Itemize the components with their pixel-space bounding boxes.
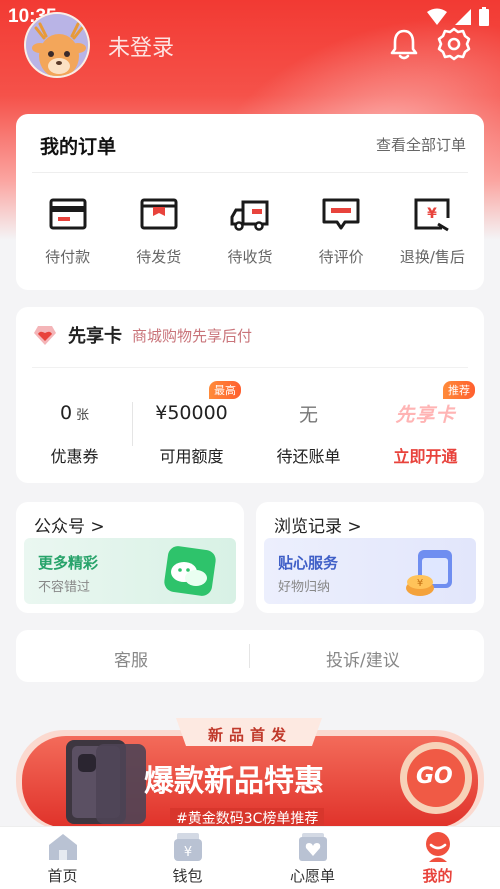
prepay-card: 先享卡 商城购物先享后付 0张 优惠券 最高 ¥50000 可用额度 无 待还账… [16, 307, 484, 483]
feedback-button[interactable]: 投诉/建议 [326, 646, 400, 671]
bill-stat[interactable]: 无 待还账单 [250, 399, 367, 467]
prepay-logo: 先享卡 [395, 403, 456, 426]
open-prepay[interactable]: 推荐 先享卡 立即开通 [367, 381, 484, 467]
promo-tag: 新品首发 [208, 726, 293, 744]
comment-icon [322, 198, 360, 230]
bill-value: 无 [298, 403, 318, 426]
browsing-history-sub: 好物归纳 [278, 580, 331, 595]
official-account-sub: 不容错过 [38, 580, 91, 595]
credit-limit-stat[interactable]: 最高 ¥50000 可用额度 [133, 381, 250, 467]
box-icon [140, 198, 178, 230]
bell-icon[interactable] [386, 26, 422, 62]
diamond-heart-icon [34, 326, 56, 345]
go-button[interactable]: GO [416, 764, 453, 789]
coupon-count: 0张 [60, 399, 89, 427]
credit-limit-label: 可用额度 [159, 447, 224, 466]
order-item-pending-review[interactable]: 待评价 [299, 194, 383, 267]
refund-icon: ¥ [414, 198, 450, 232]
svg-text:¥: ¥ [183, 845, 191, 860]
order-item-label: 待发货 [136, 248, 182, 266]
service-row: 客服 投诉/建议 [16, 630, 484, 682]
official-account-card[interactable]: 公众号 > 更多精彩 不容错过 [16, 502, 244, 613]
open-now-button[interactable]: 立即开通 [393, 443, 457, 467]
svg-text:¥: ¥ [427, 206, 437, 222]
coupon-stat[interactable]: 0张 优惠券 [16, 399, 133, 467]
official-account-title: 公众号 > [34, 517, 105, 537]
wifi-icon [427, 8, 447, 25]
divider [32, 367, 468, 368]
order-item-refund[interactable]: ¥ 退换/售后 [390, 194, 474, 267]
orders-title: 我的订单 [40, 136, 117, 158]
tab-wallet[interactable]: ¥ 钱包 [125, 827, 250, 889]
official-account-banner: 更多精彩 不容错过 [24, 538, 236, 604]
gear-icon[interactable] [436, 26, 472, 62]
home-icon [48, 834, 77, 860]
coupon-label: 优惠券 [50, 447, 99, 466]
tab-label: 首页 [47, 867, 78, 885]
promo-banner[interactable]: 新品首发 爆款新品特惠 #黄金数码3C榜单推荐 GO [16, 716, 484, 836]
wechat-icon [164, 546, 216, 596]
coupon-unit: 张 [76, 407, 90, 423]
max-badge: 最高 [209, 381, 241, 399]
orders-card: 我的订单 查看全部订单 待付款 待发货 待收货 待评价 ¥ 退换/售后 [16, 114, 484, 290]
bottom-tab-bar: 首页 ¥ 钱包 心愿单 我的 [0, 826, 500, 889]
order-status-list: 待付款 待发货 待收货 待评价 ¥ 退换/售后 [16, 194, 484, 267]
prepay-subtitle: 商城购物先享后付 [132, 326, 253, 345]
svg-text:¥: ¥ [417, 578, 423, 589]
customer-service-button[interactable]: 客服 [114, 646, 148, 671]
browsing-history-card[interactable]: 浏览记录 > 贴心服务 好物归纳 ¥ [256, 502, 484, 613]
wallet-icon [49, 198, 87, 230]
credit-limit-value: ¥50000 [155, 402, 228, 424]
tab-label: 钱包 [172, 867, 203, 885]
prepay-stats: 0张 优惠券 最高 ¥50000 可用额度 无 待还账单 推荐 先享卡 立即开通 [16, 381, 484, 467]
tab-label: 心愿单 [289, 867, 335, 885]
official-account-head: 更多精彩 [38, 554, 99, 572]
tab-profile[interactable]: 我的 [375, 827, 500, 889]
divider [249, 644, 250, 668]
truck-icon [230, 200, 269, 231]
order-item-pending-shipment[interactable]: 待发货 [117, 194, 201, 267]
divider [32, 172, 468, 173]
tab-label: 我的 [422, 867, 453, 885]
order-item-label: 待收货 [227, 248, 273, 266]
calendar-coin-icon: ¥ [406, 550, 452, 596]
status-icons [426, 7, 490, 27]
heart-list-icon [298, 833, 327, 861]
bill-label: 待还账单 [276, 447, 341, 466]
prepay-header[interactable]: 先享卡 商城购物先享后付 [32, 321, 252, 349]
tab-wishlist[interactable]: 心愿单 [250, 827, 375, 889]
order-item-label: 待评价 [318, 248, 364, 266]
signal-icon [455, 9, 471, 25]
battery-icon [479, 7, 489, 26]
recommend-badge: 推荐 [443, 381, 475, 399]
order-item-pending-receipt[interactable]: 待收货 [208, 194, 292, 267]
prepay-title: 先享卡 [68, 326, 122, 347]
order-item-label: 退换/售后 [399, 248, 465, 266]
avatar[interactable] [24, 12, 90, 78]
promo-headline: 爆款新品特惠 [144, 764, 324, 799]
login-prompt[interactable]: 未登录 [108, 30, 174, 62]
profile-icon [425, 832, 450, 862]
promo-hashtag: #黄金数码3C榜单推荐 [170, 808, 325, 828]
browsing-history-head: 贴心服务 [278, 554, 339, 572]
order-item-label: 待付款 [45, 248, 91, 266]
browsing-history-title: 浏览记录 > [274, 517, 362, 537]
coupon-count-value: 0 [59, 402, 73, 424]
wallet-tab-icon: ¥ [173, 833, 202, 861]
order-item-pending-payment[interactable]: 待付款 [26, 194, 110, 267]
tab-home[interactable]: 首页 [0, 827, 125, 889]
view-all-orders-link[interactable]: 查看全部订单 [376, 134, 466, 155]
browsing-history-banner: 贴心服务 好物归纳 ¥ [264, 538, 476, 604]
